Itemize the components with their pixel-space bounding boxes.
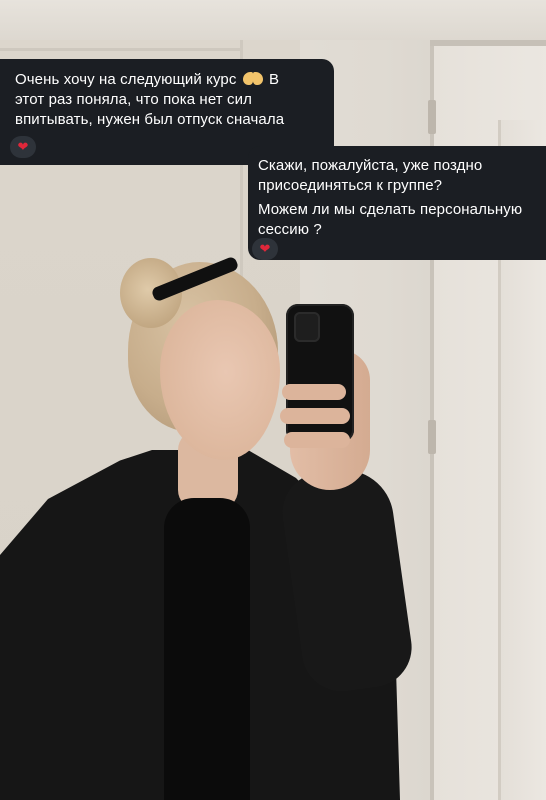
black-top [164, 498, 250, 800]
message-1-line-1: Очень хочу на следующий курс В [15, 70, 320, 90]
message-2-line-1: Скажи, пожалуйста, уже поздно [258, 157, 483, 174]
finger [280, 408, 350, 424]
finger [284, 432, 350, 448]
message-2-line-2: присоединяться к группе? [258, 177, 443, 194]
door-frame [430, 40, 546, 46]
reaction-badge-1[interactable]: ❤ [10, 136, 36, 158]
message-bubble-2[interactable]: Скажи, пожалуйста, уже поздно присоединя… [248, 146, 546, 260]
door-hinge [428, 420, 436, 454]
finger [282, 384, 346, 400]
ceiling [0, 0, 546, 40]
message-1-line-2: этот раз поняла, что пока нет сил [15, 91, 252, 108]
wall-trim [0, 48, 240, 51]
heart-icon: ❤ [259, 241, 271, 257]
door-hinge [428, 100, 436, 134]
heart-hands-emoji [242, 72, 263, 85]
heart-icon: ❤ [17, 139, 29, 155]
message-1-line-1-suffix: В [269, 71, 280, 88]
message-1-line-1-text: Очень хочу на следующий курс [15, 71, 237, 88]
phone-camera [294, 312, 320, 342]
reaction-badge-2[interactable]: ❤ [252, 238, 278, 260]
message-2-line-4: сессию ? [258, 221, 322, 238]
message-2-line-3: Можем ли мы сделать персональную [258, 201, 523, 218]
message-1-line-3: впитывать, нужен был отпуск сначала [15, 111, 285, 128]
